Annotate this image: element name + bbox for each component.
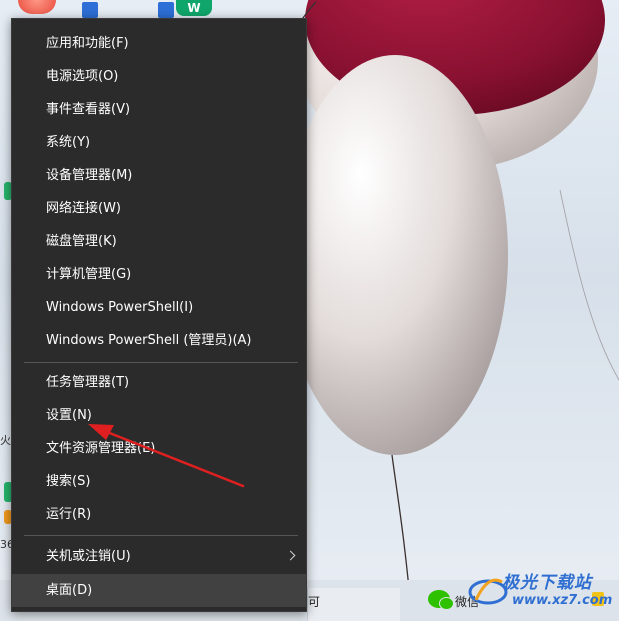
menu-item-label: 关机或注销(U) — [46, 549, 131, 564]
chevron-right-icon — [285, 550, 296, 561]
desktop-shortcut-label: 火 — [0, 434, 11, 447]
menu-item-event-viewer[interactable]: 事件查看器(V) — [12, 93, 306, 126]
menu-item-network-connections[interactable]: 网络连接(W) — [12, 192, 306, 225]
desktop-shortcut-icon[interactable] — [82, 2, 98, 18]
menu-item-shutdown-or-sign-out[interactable]: 关机或注销(U) — [12, 540, 306, 573]
menu-separator — [24, 362, 298, 363]
watermark-title: 极光下载站 — [502, 573, 592, 593]
wechat-icon[interactable] — [428, 590, 454, 610]
menu-item-task-manager[interactable]: 任务管理器(T) — [12, 366, 306, 399]
menu-separator — [24, 535, 298, 536]
menu-item-windows-powershell[interactable]: Windows PowerShell(I) — [12, 291, 306, 324]
menu-item-file-explorer[interactable]: 文件资源管理器(E) — [12, 432, 306, 465]
desktop-shortcut-icon[interactable] — [158, 2, 174, 18]
menu-item-device-manager[interactable]: 设备管理器(M) — [12, 159, 306, 192]
wps-shortcut-icon[interactable]: W — [176, 0, 212, 16]
menu-item-system[interactable]: 系统(Y) — [12, 126, 306, 159]
menu-item-apps-and-features[interactable]: 应用和功能(F) — [12, 27, 306, 60]
menu-item-computer-management[interactable]: 计算机管理(G) — [12, 258, 306, 291]
menu-item-disk-management[interactable]: 磁盘管理(K) — [12, 225, 306, 258]
watermark: 极光下载站 www.xz7.com — [468, 566, 618, 616]
menu-item-run[interactable]: 运行(R) — [12, 498, 306, 531]
menu-item-settings[interactable]: 设置(N) — [12, 399, 306, 432]
menu-item-search[interactable]: 搜索(S) — [12, 465, 306, 498]
taskbar-app-button[interactable] — [307, 588, 400, 621]
taskbar-app-label: 可 — [308, 595, 321, 609]
power-user-menu: 应用和功能(F) 电源选项(O) 事件查看器(V) 系统(Y) 设备管理器(M)… — [11, 18, 307, 612]
menu-item-desktop[interactable]: 桌面(D) — [12, 574, 306, 607]
menu-item-power-options[interactable]: 电源选项(O) — [12, 60, 306, 93]
menu-item-windows-powershell-admin[interactable]: Windows PowerShell (管理员)(A) — [12, 324, 306, 357]
watermark-url: www.xz7.com — [512, 593, 613, 608]
